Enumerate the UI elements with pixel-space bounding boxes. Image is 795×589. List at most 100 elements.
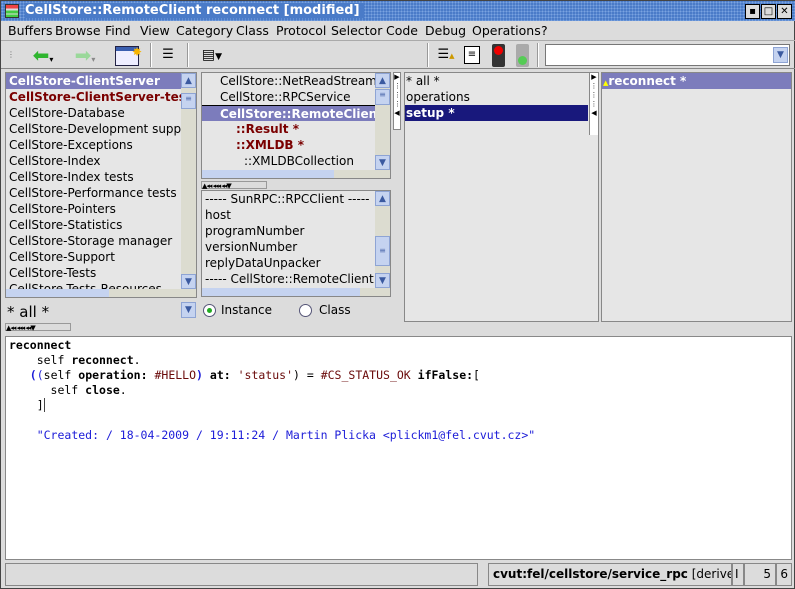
list-item[interactable]: ----- SunRPC::RPCClient ----- bbox=[202, 191, 390, 207]
scroll-thumb[interactable]: ≡ bbox=[181, 93, 196, 109]
scroll-down-button[interactable]: ▼ bbox=[181, 274, 196, 289]
list-item[interactable]: ::XMLDBCollection bbox=[202, 153, 390, 169]
list-item[interactable]: versionNumber bbox=[202, 239, 390, 255]
package-field: cvut:fel/cellstore/service_rpc [derived … bbox=[488, 563, 732, 586]
list-item[interactable]: CellStore::RemoteClient * bbox=[202, 105, 390, 121]
menu-protocol[interactable]: Protocol bbox=[276, 23, 326, 38]
horizontal-scrollbar[interactable] bbox=[6, 289, 183, 297]
back-arrow-icon[interactable]: ⬅▾ bbox=[25, 44, 61, 66]
list-item[interactable]: CellStore-Database bbox=[6, 105, 196, 121]
maximize-button[interactable]: □ bbox=[761, 4, 776, 19]
horizontal-scrollbar[interactable] bbox=[202, 170, 377, 178]
list-item[interactable]: CellStore-Storage manager bbox=[6, 233, 196, 249]
toolbar: ⋮ ⬅▾ ➡▾ ✸ ☰ ▤▼ ☰▲ ≡ ▼ bbox=[1, 41, 795, 69]
pane-resize-handle[interactable]: ▶ ⋮ ⋮ ⋮ ◀ bbox=[393, 72, 401, 130]
status-bar: cvut:fel/cellstore/service_rpc [derived … bbox=[5, 563, 792, 586]
list-item[interactable]: setup * bbox=[405, 105, 588, 121]
list-item[interactable]: ----- CellStore::RemoteClient ----- bbox=[202, 271, 390, 287]
list-item[interactable]: CellStore-Index bbox=[6, 153, 196, 169]
scroll-thumb[interactable]: ≡ bbox=[375, 89, 390, 105]
list-item[interactable]: host bbox=[202, 207, 390, 223]
go-light-icon[interactable] bbox=[516, 44, 529, 67]
class-label: Class bbox=[319, 303, 351, 317]
scroll-up-button[interactable]: ▲ bbox=[375, 191, 390, 206]
list-item[interactable]: CellStore-Development suppor bbox=[6, 121, 196, 137]
toolbar-grip-icon[interactable]: ⋮ bbox=[7, 44, 15, 66]
list-item[interactable]: CellStore-Performance tests bbox=[6, 185, 196, 201]
protocol-list[interactable]: * all * operations setup * ▶ ⋮ ⋮ ⋮ ◀ bbox=[404, 72, 599, 322]
menu-selector[interactable]: Selector bbox=[331, 23, 382, 38]
list-item[interactable]: operations bbox=[405, 89, 598, 105]
menu-bar: Buffers Browse Find View Category Class … bbox=[1, 21, 795, 41]
window-list-icon[interactable]: ▤▼ bbox=[195, 44, 229, 66]
title-bar: CellStore::RemoteClient reconnect [modif… bbox=[1, 1, 795, 21]
vertical-scrollbar[interactable]: ▲ ≡ ▼ bbox=[375, 191, 390, 296]
scroll-up-button[interactable]: ▲ bbox=[375, 73, 390, 88]
list-item[interactable]: programNumber bbox=[202, 223, 390, 239]
category-filter-value: * all * bbox=[7, 303, 50, 321]
close-button[interactable]: ✕ bbox=[777, 4, 792, 19]
list-item[interactable]: ▲reconnect * bbox=[602, 73, 791, 89]
list-item[interactable]: * all * bbox=[405, 73, 598, 89]
document-icon[interactable]: ≡ bbox=[464, 46, 480, 64]
menu-view[interactable]: View bbox=[140, 23, 170, 38]
instance-label: Instance bbox=[221, 303, 273, 317]
new-browser-icon[interactable]: ✸ bbox=[115, 45, 142, 66]
instance-radio[interactable] bbox=[203, 304, 216, 317]
forward-arrow-icon[interactable]: ➡▾ bbox=[67, 44, 103, 66]
scroll-down-button[interactable]: ▼ bbox=[375, 155, 390, 170]
list-item[interactable]: CellStore::NetReadStream bbox=[202, 73, 390, 89]
category-filter-combo[interactable]: * all * ▼ bbox=[5, 300, 197, 321]
window-menu-icon[interactable] bbox=[5, 4, 19, 18]
list-item[interactable]: ::XMLDB * bbox=[202, 137, 390, 153]
filter-dropdown-button[interactable]: ▼ bbox=[181, 302, 196, 318]
window-title: CellStore::RemoteClient reconnect [modif… bbox=[25, 3, 364, 18]
menu-code[interactable]: Code bbox=[386, 23, 418, 38]
minimize-button[interactable]: ▪ bbox=[745, 4, 760, 19]
menu-operations[interactable]: Operations bbox=[472, 23, 541, 38]
list-item[interactable]: CellStore::RPCService bbox=[202, 89, 390, 105]
menu-buffers[interactable]: Buffers bbox=[8, 23, 52, 38]
vertical-scrollbar[interactable]: ▲ ≡ ▼ bbox=[181, 73, 196, 297]
list-item[interactable]: ::Result * bbox=[202, 121, 390, 137]
pane-resize-handle[interactable]: ▲◂◂ ◂◂◂ ◂◂▼ bbox=[201, 181, 267, 190]
search-dropdown-button[interactable]: ▼ bbox=[773, 47, 788, 63]
scroll-down-button[interactable]: ▼ bbox=[375, 273, 390, 288]
list-item[interactable]: CellStore-Pointers bbox=[6, 201, 196, 217]
scroll-thumb[interactable]: ≡ bbox=[375, 236, 390, 266]
list-item[interactable]: CellStore-ClientServer-tests bbox=[6, 89, 196, 105]
menu-find[interactable]: Find bbox=[105, 23, 131, 38]
format-code-icon[interactable]: ☰ bbox=[159, 44, 177, 66]
vertical-scrollbar[interactable]: ▲ ≡ ▼ bbox=[375, 73, 390, 178]
class-radio[interactable] bbox=[299, 304, 312, 317]
menu-browse[interactable]: Browse bbox=[55, 23, 101, 38]
list-item[interactable]: replyDataUnpacker bbox=[202, 255, 390, 271]
column-number: 6 bbox=[776, 563, 792, 586]
scroll-up-button[interactable]: ▲ bbox=[181, 73, 196, 88]
status-message bbox=[5, 563, 478, 586]
sort-warning-icon[interactable]: ☰▲ bbox=[437, 44, 455, 66]
line-number: 5 bbox=[744, 563, 776, 586]
variable-list[interactable]: ----- SunRPC::RPCClient ----- host progr… bbox=[201, 190, 391, 297]
category-list[interactable]: CellStore-ClientServer CellStore-ClientS… bbox=[5, 72, 197, 298]
list-item[interactable]: CellStore-Statistics bbox=[6, 217, 196, 233]
horizontal-scrollbar[interactable] bbox=[202, 288, 377, 296]
pane-resize-handle[interactable]: ▲◂◂ ◂◂◂ ◂◂▼ bbox=[5, 323, 71, 332]
menu-help[interactable]: ? bbox=[541, 23, 548, 38]
menu-class[interactable]: Class bbox=[236, 23, 269, 38]
list-item[interactable]: CellStore-ClientServer bbox=[6, 73, 196, 89]
code-editor[interactable]: reconnect self reconnect. ((self operati… bbox=[5, 336, 792, 560]
pane-resize-handle[interactable]: ▶ ⋮ ⋮ ⋮ ◀ bbox=[589, 73, 598, 135]
search-combo[interactable]: ▼ bbox=[545, 44, 790, 66]
list-item[interactable]: CellStore-Support bbox=[6, 249, 196, 265]
method-list[interactable]: ▲reconnect * bbox=[601, 72, 792, 322]
list-item[interactable]: CellStore-Index tests bbox=[6, 169, 196, 185]
method-comment: "Created: / 18-04-2009 / 19:11:24 / Mart… bbox=[36, 428, 536, 442]
list-item[interactable]: CellStore-Tests bbox=[6, 265, 196, 281]
menu-category[interactable]: Category bbox=[176, 23, 233, 38]
mode-field: I bbox=[732, 563, 744, 586]
list-item[interactable]: CellStore-Exceptions bbox=[6, 137, 196, 153]
stop-light-icon[interactable] bbox=[492, 44, 505, 67]
class-list[interactable]: CellStore::NetReadStream CellStore::RPCS… bbox=[201, 72, 391, 179]
menu-debug[interactable]: Debug bbox=[425, 23, 466, 38]
